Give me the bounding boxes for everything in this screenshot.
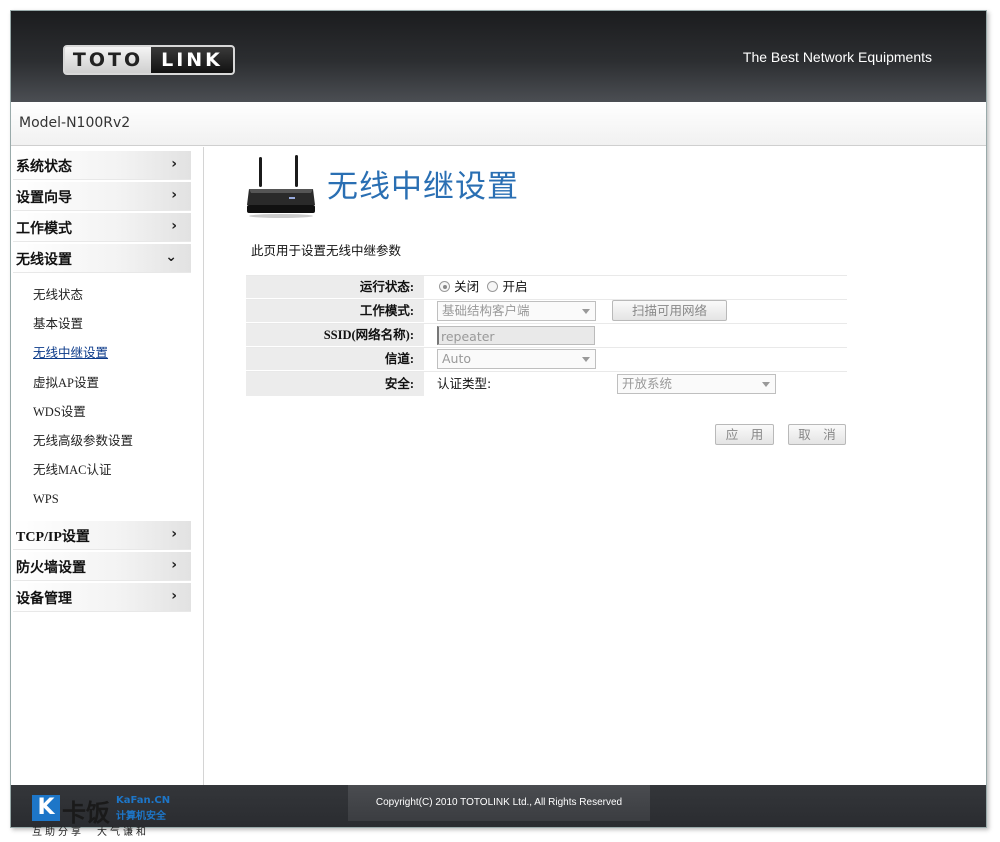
chevron-right-icon: › bbox=[171, 525, 177, 542]
router-icon bbox=[247, 155, 315, 218]
status-off-radio[interactable] bbox=[439, 281, 450, 292]
sidebar-item-wireless-settings[interactable]: 无线设置 ⌄ bbox=[13, 244, 191, 273]
status-row: 运行状态: 关闭 开启 bbox=[246, 275, 847, 298]
footer-copyright-box: Copyright(C) 2010 TOTOLINK Ltd., All Rig… bbox=[348, 785, 650, 821]
channel-row: 信道: Auto bbox=[246, 347, 847, 370]
submenu-item-repeater-settings[interactable]: 无线中继设置 bbox=[11, 339, 203, 368]
submenu-item-wds[interactable]: WDS设置 bbox=[11, 398, 203, 427]
header-slogan: The Best Network Equipments bbox=[742, 49, 932, 65]
mode-row: 工作模式: 基础结构客户端 扫描可用网络 bbox=[246, 299, 847, 322]
sidebar-item-device-management[interactable]: 设备管理 › bbox=[13, 582, 191, 612]
security-label: 安全: bbox=[246, 372, 424, 396]
logo-left-text: TOTO bbox=[65, 47, 151, 73]
submenu-item-virtual-ap[interactable]: 虚拟AP设置 bbox=[11, 369, 203, 398]
sidebar-item-work-mode[interactable]: 工作模式 › bbox=[13, 213, 191, 242]
header-banner: TOTO LINK The Best Network Equipments bbox=[11, 11, 986, 102]
sidebar-item-system-status[interactable]: 系统状态 › bbox=[13, 151, 191, 180]
channel-select-value: Auto bbox=[442, 351, 472, 366]
status-on-label: 开启 bbox=[502, 279, 528, 294]
mode-select[interactable]: 基础结构客户端 bbox=[437, 301, 596, 321]
page-title: 无线中继设置 bbox=[327, 169, 519, 205]
chevron-right-icon: › bbox=[171, 187, 177, 203]
sidebar-item-label: 工作模式 bbox=[16, 222, 72, 237]
kafan-watermark: K 卡饭 KaFan.CN 计算机安全 互助分享 大气谦和 bbox=[32, 793, 182, 839]
sidebar-item-label: 系统状态 bbox=[16, 160, 72, 175]
chevron-right-icon: › bbox=[171, 587, 177, 604]
sidebar-item-label: 设备管理 bbox=[16, 591, 72, 607]
ssid-input[interactable]: repeater bbox=[437, 326, 595, 345]
channel-select[interactable]: Auto bbox=[437, 349, 596, 369]
sidebar-item-label: 设置向导 bbox=[16, 191, 72, 206]
repeater-form: 运行状态: 关闭 开启 工作模式: 基础结构客户端 扫描可用网络 SSID(网络… bbox=[246, 275, 847, 397]
router-admin-window: TOTO LINK The Best Network Equipments Mo… bbox=[10, 10, 987, 828]
sidebar-item-tcpip[interactable]: TCP/IP设置 › bbox=[13, 520, 191, 550]
submenu-item-mac-auth[interactable]: 无线MAC认证 bbox=[11, 456, 203, 485]
security-row: 安全: 认证类型: 开放系统 bbox=[246, 371, 847, 396]
submenu-item-basic-settings[interactable]: 基本设置 bbox=[11, 310, 203, 339]
model-name: Model-N100Rv2 bbox=[19, 115, 131, 131]
sidebar-item-setup-wizard[interactable]: 设置向导 › bbox=[13, 182, 191, 211]
cancel-button[interactable]: 取 消 bbox=[788, 424, 846, 445]
logo-right-text: LINK bbox=[151, 47, 233, 73]
mode-label: 工作模式: bbox=[246, 300, 424, 322]
dropdown-arrow-icon bbox=[582, 357, 590, 362]
sidebar-item-firewall[interactable]: 防火墙设置 › bbox=[13, 551, 191, 581]
auth-type-select[interactable]: 开放系统 bbox=[617, 374, 776, 394]
channel-label: 信道: bbox=[246, 348, 424, 370]
scan-networks-button[interactable]: 扫描可用网络 bbox=[612, 300, 727, 321]
chevron-right-icon: › bbox=[171, 556, 177, 573]
sidebar-item-label: TCP/IP设置 bbox=[16, 529, 90, 545]
status-off-label: 关闭 bbox=[454, 279, 480, 294]
watermark-site: KaFan.CN bbox=[116, 795, 171, 806]
main-content: 无线中继设置 此页用于设置无线中继参数 运行状态: 关闭 开启 工作模式: 基础… bbox=[205, 147, 986, 785]
dropdown-arrow-icon bbox=[582, 309, 590, 314]
sidebar-item-label: 无线设置 bbox=[16, 253, 72, 268]
watermark-k-icon: K bbox=[32, 795, 60, 821]
status-label: 运行状态: bbox=[246, 276, 424, 298]
page-description: 此页用于设置无线中继参数 bbox=[251, 243, 402, 258]
sidebar-item-label: 防火墙设置 bbox=[16, 560, 86, 576]
wireless-submenu: 无线状态 基本设置 无线中继设置 虚拟AP设置 WDS设置 无线高级参数设置 无… bbox=[11, 275, 203, 521]
chevron-right-icon: › bbox=[171, 218, 177, 234]
submenu-item-advanced-wireless[interactable]: 无线高级参数设置 bbox=[11, 427, 203, 456]
watermark-subtitle: 计算机安全 bbox=[116, 811, 166, 822]
submenu-item-wps[interactable]: WPS bbox=[11, 485, 203, 514]
chevron-right-icon: › bbox=[171, 156, 177, 172]
ssid-row: SSID(网络名称): repeater bbox=[246, 323, 847, 346]
copyright-text: Copyright(C) 2010 TOTOLINK Ltd., All Rig… bbox=[375, 797, 623, 808]
auth-type-value: 开放系统 bbox=[622, 376, 673, 391]
chevron-down-icon: ⌄ bbox=[165, 249, 177, 265]
watermark-slogan: 互助分享 大气谦和 bbox=[32, 827, 149, 838]
status-on-radio[interactable] bbox=[487, 281, 499, 292]
status-value: 关闭 开启 bbox=[426, 276, 847, 298]
mode-select-value: 基础结构客户端 bbox=[442, 303, 530, 318]
auth-type-label: 认证类型: bbox=[437, 376, 492, 391]
totolink-logo: TOTO LINK bbox=[63, 45, 235, 75]
sidebar-menu: 系统状态 › 设置向导 › 工作模式 › 无线设置 ⌄ 无线状态 基本设置 无线… bbox=[11, 147, 204, 785]
ssid-label: SSID(网络名称): bbox=[246, 324, 424, 346]
dropdown-arrow-icon bbox=[762, 382, 770, 387]
submenu-item-wireless-status[interactable]: 无线状态 bbox=[11, 281, 203, 310]
apply-button[interactable]: 应 用 bbox=[715, 424, 774, 445]
model-bar: Model-N100Rv2 bbox=[11, 102, 986, 146]
